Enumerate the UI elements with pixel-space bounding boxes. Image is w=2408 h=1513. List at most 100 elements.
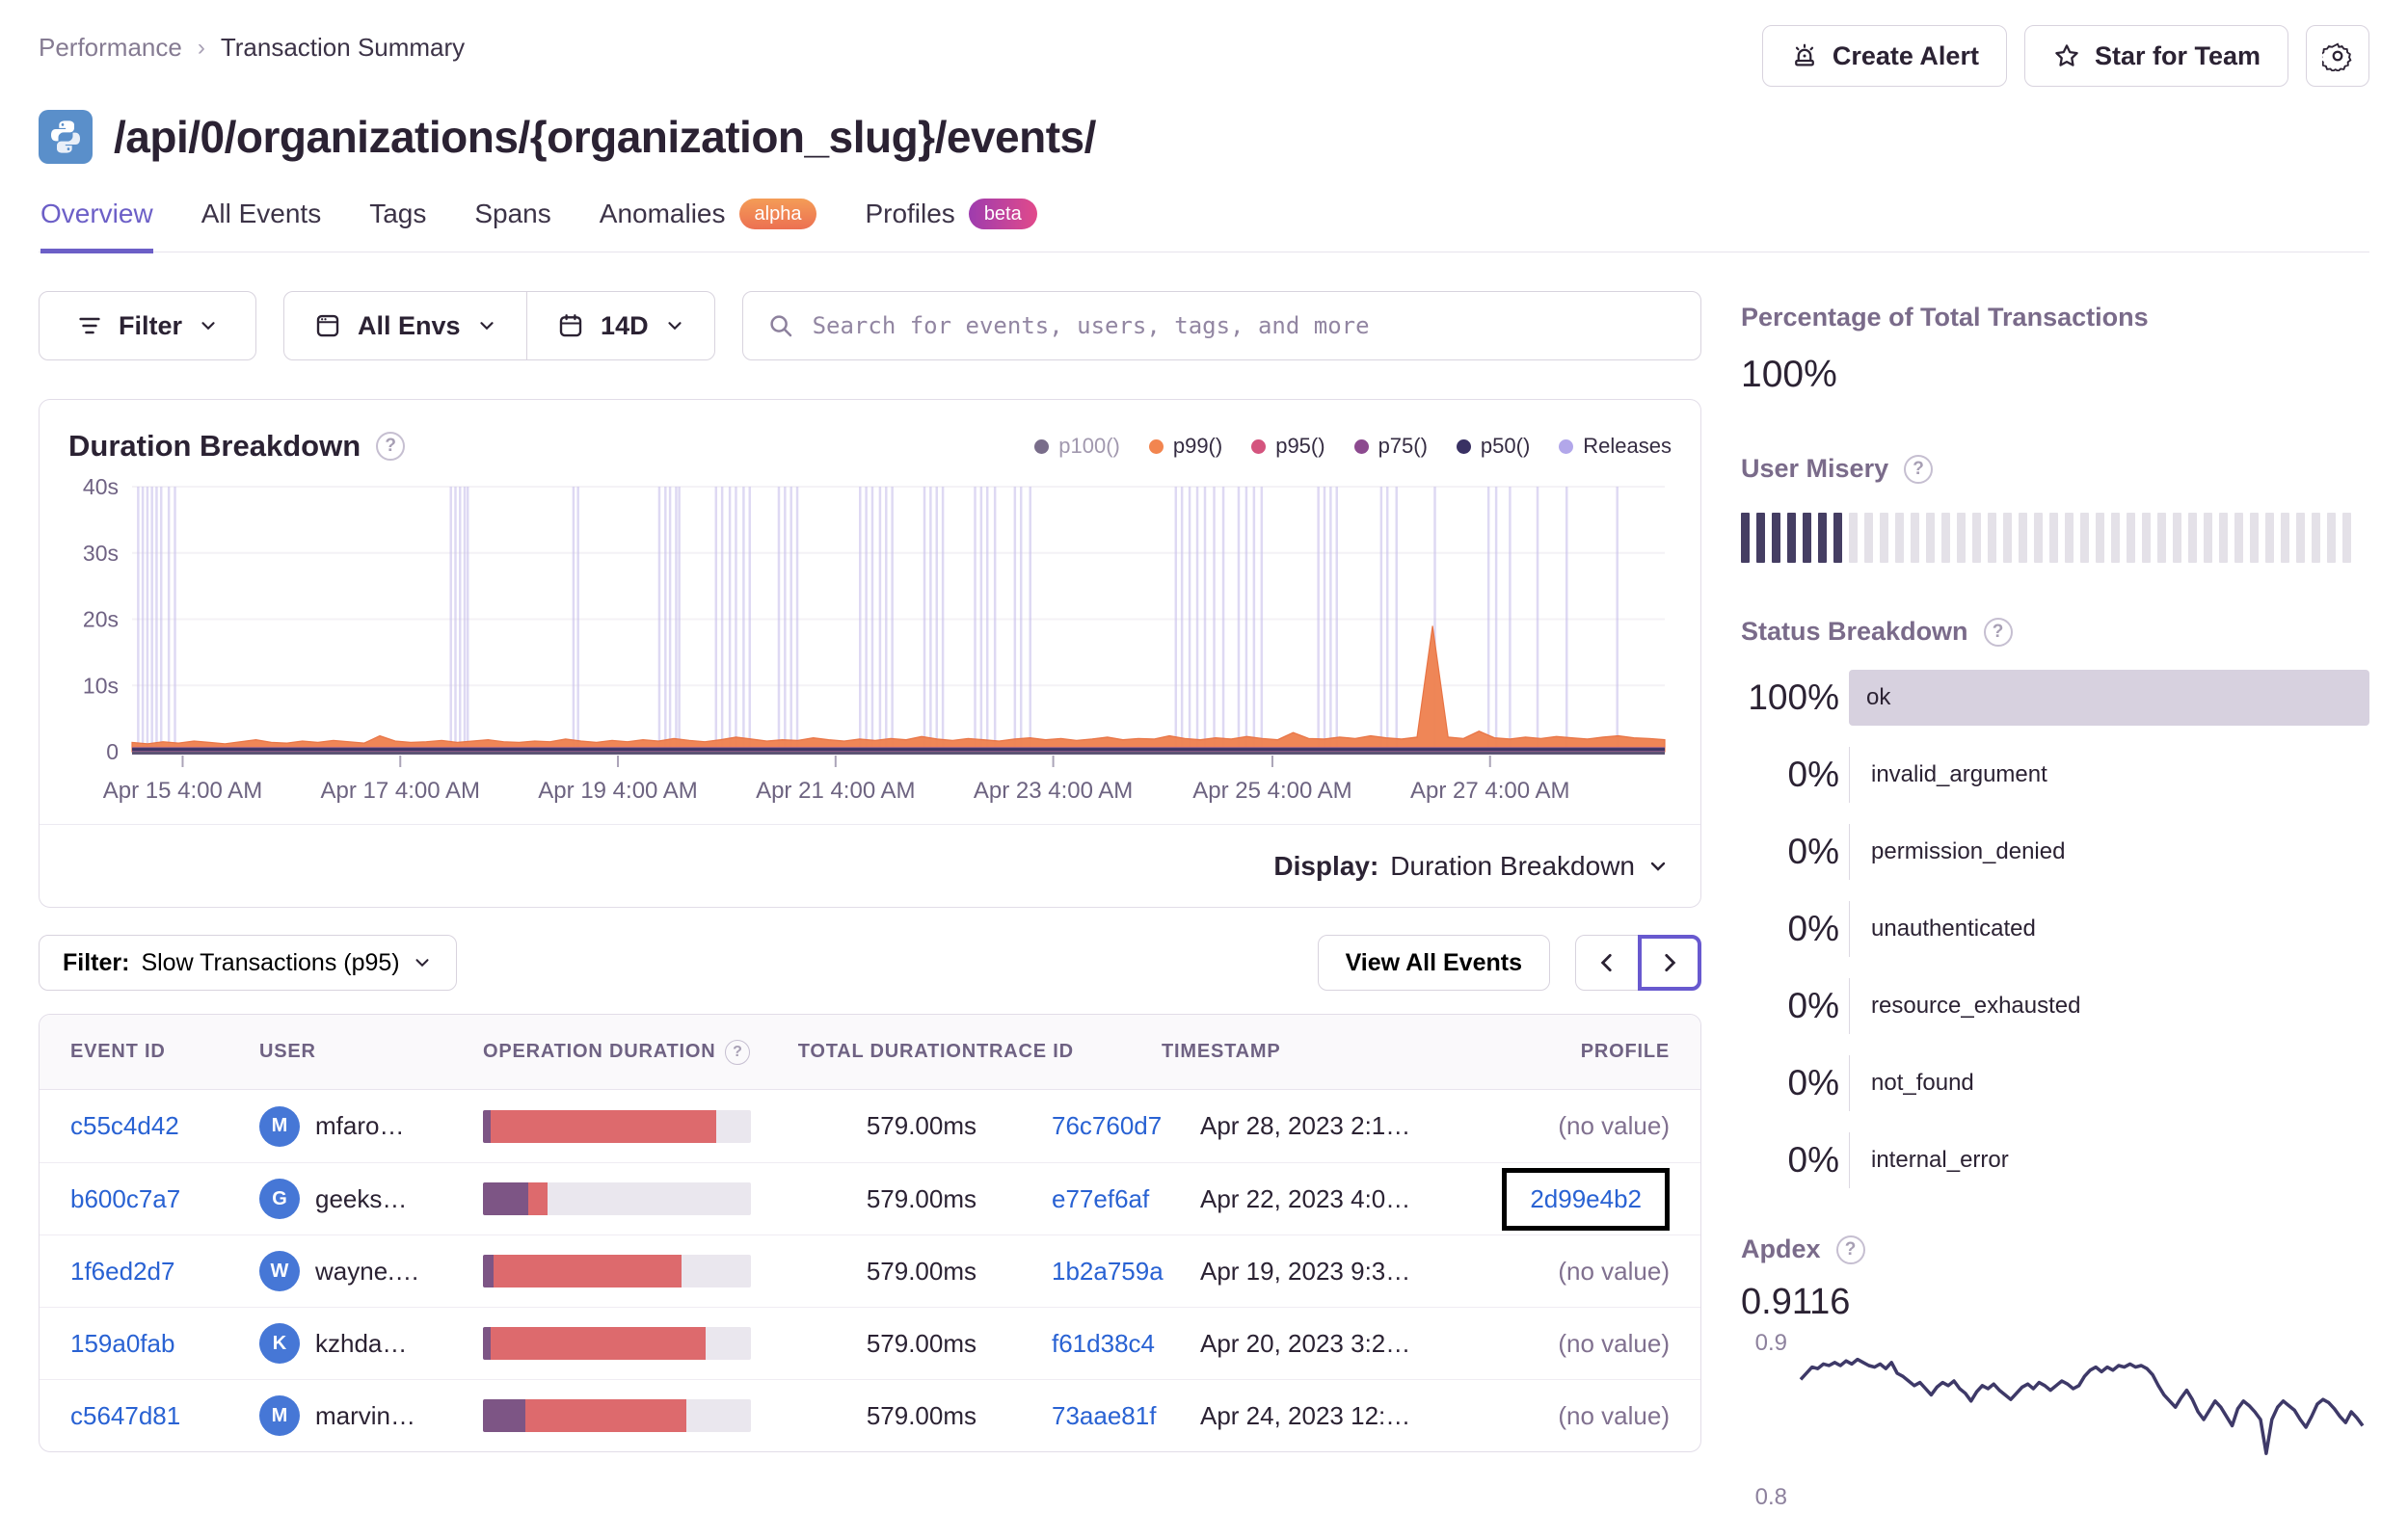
total-duration: 579.00ms bbox=[866, 1400, 977, 1430]
misery-segment bbox=[2296, 513, 2305, 563]
user-name: marvin… bbox=[315, 1400, 416, 1430]
chart-title: Duration Breakdown ? bbox=[68, 429, 406, 464]
misery-segment bbox=[1756, 513, 1765, 563]
avatar: W bbox=[259, 1251, 300, 1291]
legend-item-p100[interactable]: p100() bbox=[1034, 434, 1120, 459]
column-header-timestamp: TIMESTAMP bbox=[1162, 1041, 1281, 1062]
misery-segment bbox=[1911, 513, 1919, 563]
profile-cell: (no value) bbox=[1453, 1329, 1670, 1359]
next-page-button[interactable] bbox=[1638, 935, 1701, 991]
transactions-filter-dropdown[interactable]: Filter: Slow Transactions (p95) bbox=[39, 935, 457, 991]
status-row-resource_exhausted: 0% resource_exhausted bbox=[1741, 978, 2369, 1034]
status-label[interactable]: internal_error bbox=[1849, 1132, 2369, 1188]
event-id-link[interactable]: c55c4d42 bbox=[70, 1111, 179, 1140]
event-id-link[interactable]: 1f6ed2d7 bbox=[70, 1257, 174, 1286]
svg-text:0: 0 bbox=[106, 739, 119, 764]
status-percent: 0% bbox=[1787, 1063, 1839, 1102]
legend-label: p100() bbox=[1058, 434, 1120, 458]
chevron-down-icon[interactable] bbox=[1646, 855, 1670, 878]
misery-segment bbox=[1972, 513, 1981, 563]
total-duration: 579.00ms bbox=[866, 1256, 977, 1286]
tab-all-events[interactable]: All Events bbox=[201, 199, 322, 253]
help-icon[interactable]: ? bbox=[1904, 454, 1934, 484]
help-icon[interactable]: ? bbox=[376, 432, 406, 461]
environment-selector[interactable]: All Envs bbox=[284, 292, 526, 359]
status-percent: 0% bbox=[1787, 832, 1839, 871]
status-label[interactable]: invalid_argument bbox=[1849, 747, 2369, 803]
misery-segment bbox=[2173, 513, 2181, 563]
status-label[interactable]: permission_denied bbox=[1849, 824, 2369, 880]
timestamp: Apr 20, 2023 3:2… bbox=[1200, 1328, 1411, 1358]
profile-no-value: (no value) bbox=[1558, 1400, 1670, 1430]
trace-id-link[interactable]: f61d38c4 bbox=[1052, 1329, 1155, 1358]
svg-text:30s: 30s bbox=[83, 541, 119, 566]
trace-id-link[interactable]: e77ef6af bbox=[1052, 1184, 1149, 1213]
legend-item-p99[interactable]: p99() bbox=[1148, 434, 1223, 459]
chevron-down-icon bbox=[476, 315, 497, 336]
feature-badge: alpha bbox=[738, 199, 817, 229]
user-cell: Kkzhda… bbox=[259, 1323, 483, 1364]
svg-text:Apr 23 4:00 AM: Apr 23 4:00 AM bbox=[974, 778, 1133, 804]
status-row-internal_error: 0% internal_error bbox=[1741, 1132, 2369, 1188]
misery-segment bbox=[2204, 513, 2212, 563]
view-all-events-button[interactable]: View All Events bbox=[1317, 935, 1550, 991]
search-placeholder: Search for events, users, tags, and more bbox=[812, 312, 1370, 339]
avatar: M bbox=[259, 1105, 300, 1147]
status-percent: 0% bbox=[1787, 986, 1839, 1025]
env-date-control: All Envs 14D bbox=[283, 291, 715, 360]
trace-id-link[interactable]: 1b2a759a bbox=[1052, 1257, 1164, 1286]
create-alert-button[interactable]: Create Alert bbox=[1761, 25, 2007, 87]
profile-cell: (no value) bbox=[1453, 1111, 1670, 1141]
pct-total-value: 100% bbox=[1741, 354, 1837, 395]
settings-button[interactable] bbox=[2306, 25, 2369, 87]
misery-segment bbox=[1988, 513, 1996, 563]
event-id-link[interactable]: c5647d81 bbox=[70, 1401, 180, 1430]
breadcrumb-performance[interactable]: Performance bbox=[39, 33, 182, 63]
trace-id-link[interactable]: 76c760d7 bbox=[1052, 1111, 1162, 1140]
legend-item-p50[interactable]: p50() bbox=[1456, 434, 1530, 459]
profile-cell: (no value) bbox=[1453, 1401, 1670, 1431]
event-id-link[interactable]: 159a0fab bbox=[70, 1329, 174, 1358]
profile-id-link[interactable]: 2d99e4b2 bbox=[1530, 1184, 1642, 1213]
misery-segment bbox=[2219, 513, 2228, 563]
tab-overview[interactable]: Overview bbox=[40, 199, 153, 253]
help-icon[interactable]: ? bbox=[1835, 1234, 1865, 1264]
event-id-link[interactable]: b600c7a7 bbox=[70, 1184, 180, 1213]
svg-text:20s: 20s bbox=[83, 607, 119, 632]
filter-dropdown[interactable]: Filter bbox=[39, 291, 256, 360]
status-label[interactable]: not_found bbox=[1849, 1055, 2369, 1111]
avatar: K bbox=[259, 1323, 300, 1364]
date-range-selector[interactable]: 14D bbox=[527, 292, 714, 359]
trace-id-link[interactable]: 73aae81f bbox=[1052, 1401, 1156, 1430]
tab-tags[interactable]: Tags bbox=[369, 199, 426, 253]
help-icon[interactable]: ? bbox=[725, 1039, 751, 1065]
tab-anomalies[interactable]: Anomalies alpha bbox=[600, 199, 817, 253]
legend-label: p99() bbox=[1172, 434, 1223, 458]
legend-item-p95[interactable]: p95() bbox=[1251, 434, 1325, 459]
misery-segment bbox=[1864, 513, 1873, 563]
duration-breakdown-panel: Duration Breakdown ? p100() p99() p95() p75… bbox=[39, 399, 1701, 908]
previous-page-button[interactable] bbox=[1575, 935, 1639, 991]
svg-text:Apr 15 4:00 AM: Apr 15 4:00 AM bbox=[103, 778, 262, 804]
display-selector[interactable]: Duration Breakdown bbox=[1390, 851, 1635, 882]
help-icon[interactable]: ? bbox=[1983, 617, 2013, 647]
table-row: c5647d81 Mmarvin… 579.00ms 73aae81f Apr 24, … bbox=[40, 1379, 1700, 1451]
tab-spans[interactable]: Spans bbox=[474, 199, 550, 253]
misery-segment bbox=[2096, 513, 2104, 563]
status-label[interactable]: unauthenticated bbox=[1849, 901, 2369, 957]
apdex-title: Apdex ? bbox=[1741, 1234, 2369, 1264]
legend-item-p75[interactable]: p75() bbox=[1353, 434, 1428, 459]
misery-segment bbox=[2003, 513, 2012, 563]
tab-label: Anomalies bbox=[599, 199, 726, 228]
status-label[interactable]: ok bbox=[1849, 670, 2369, 726]
tab-profiles[interactable]: Profiles beta bbox=[865, 199, 1037, 253]
total-duration: 579.00ms bbox=[866, 1328, 977, 1358]
misery-segment bbox=[2034, 513, 2043, 563]
star-for-team-button[interactable]: Star for Team bbox=[2023, 25, 2288, 87]
search-input[interactable]: Search for events, users, tags, and more bbox=[741, 291, 1701, 360]
status-label[interactable]: resource_exhausted bbox=[1849, 978, 2369, 1034]
legend-item-Releases[interactable]: Releases bbox=[1559, 434, 1672, 459]
total-duration: 579.00ms bbox=[866, 1111, 977, 1140]
legend-label: p95() bbox=[1275, 434, 1325, 458]
timestamp: Apr 24, 2023 12:… bbox=[1200, 1400, 1411, 1430]
